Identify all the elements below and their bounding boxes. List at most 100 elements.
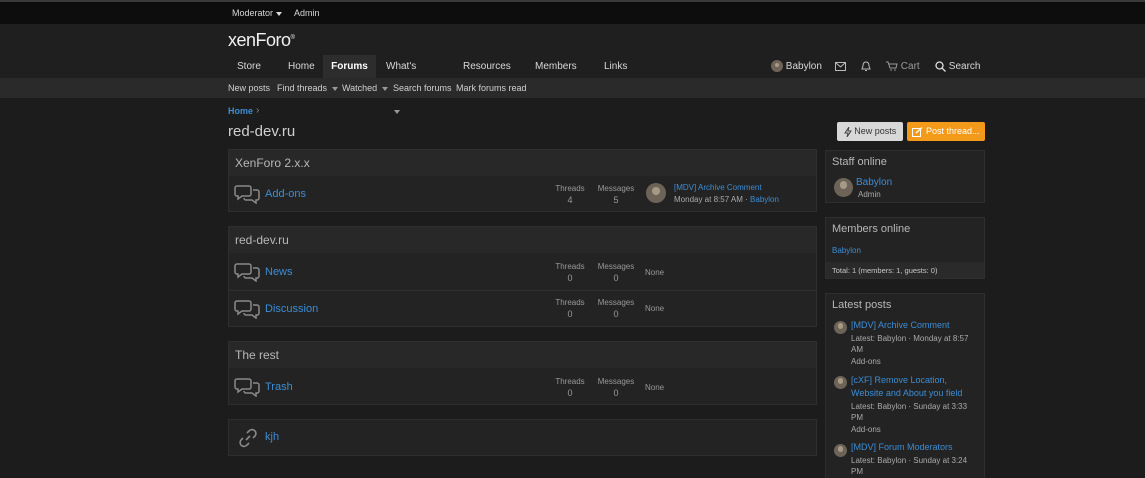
new-posts-button[interactable]: New posts: [837, 122, 903, 141]
search-link[interactable]: Search: [935, 55, 980, 78]
staff-name[interactable]: Babylon: [856, 177, 892, 188]
category-title: XenForo 2.x.x: [235, 156, 310, 170]
user-menu[interactable]: Babylon: [771, 55, 822, 78]
forum-row: News Threads 0 Messages 0 None: [229, 254, 816, 290]
sub-nav: New posts Find threads Watched Search fo…: [0, 78, 1145, 98]
avatar[interactable]: [834, 376, 847, 389]
tab-members[interactable]: Members: [535, 55, 577, 92]
link-icon: [239, 428, 257, 448]
caret-down-icon: [276, 11, 283, 16]
threads-label: Threads: [555, 298, 585, 307]
post-thread-button[interactable]: Post thread...: [907, 122, 985, 141]
chevron-down-icon[interactable]: [382, 86, 389, 91]
watched-label: Watched: [342, 83, 378, 93]
last-post-title[interactable]: [MDV] Archive Comment: [674, 183, 762, 192]
forum-row: Trash Threads 0 Messages 0 None: [229, 369, 816, 405]
subnav-mark-read[interactable]: Mark forums read: [456, 83, 527, 93]
tab-whats-new[interactable]: What's new: [386, 55, 416, 115]
site-logo[interactable]: xenForo®: [228, 30, 295, 51]
threads-label: Threads: [555, 377, 585, 386]
threads-count: 0: [567, 388, 573, 398]
staff-bar: Moderator Admin: [0, 2, 1145, 24]
forum-icon: [234, 300, 260, 319]
chevron-down-icon[interactable]: [332, 86, 339, 91]
tab-members-label: Members: [535, 61, 577, 72]
latest-post-title[interactable]: [cXF] Remove Location, Website and About…: [851, 374, 979, 400]
tab-forums[interactable]: Forums: [323, 55, 376, 78]
chevron-down-icon[interactable]: [394, 110, 400, 115]
latest-posts-block: Latest posts [MDV] Archive Comment Lates…: [825, 293, 985, 478]
messages-count: 0: [613, 273, 619, 283]
forum-row: Discussion Threads 0 Messages 0 None: [229, 290, 816, 327]
tab-links[interactable]: Links: [604, 55, 628, 92]
admin-link[interactable]: Admin: [294, 8, 320, 18]
cart-link[interactable]: Cart: [886, 55, 920, 78]
online-member[interactable]: Babylon: [832, 246, 861, 255]
cart-label: Cart: [900, 61, 920, 72]
forum-icon: [234, 378, 260, 397]
avatar[interactable]: [834, 178, 853, 197]
avatar[interactable]: [834, 444, 847, 457]
last-post-none: None: [645, 268, 665, 277]
threads-label: Threads: [555, 184, 585, 193]
messages-count: 5: [613, 195, 619, 205]
forum-icon: [234, 185, 260, 204]
category-header[interactable]: red-dev.ru: [229, 227, 816, 253]
latest-post-meta: Latest: Babylon · Monday at 8:57 AM: [851, 334, 969, 354]
moderator-menu[interactable]: Moderator: [232, 8, 283, 18]
edit-icon: [912, 126, 923, 137]
logo-text: xenForo: [228, 30, 291, 50]
latest-posts-title: Latest posts: [832, 299, 892, 311]
messages-label: Messages: [597, 262, 635, 271]
breadcrumb-home[interactable]: Home: [228, 106, 253, 116]
latest-post-title[interactable]: [MDV] Forum Moderators: [851, 441, 979, 454]
last-post-none: None: [645, 383, 665, 392]
forum-title[interactable]: Add-ons: [265, 188, 306, 200]
tab-store-label: Store: [237, 61, 261, 72]
category-block: XenForo 2.x.x Add-ons Threads 4 Messages…: [228, 149, 817, 212]
forum-row: Add-ons Threads 4 Messages 5 [MDV] Archi…: [229, 176, 816, 212]
last-post-none: None: [645, 304, 665, 313]
latest-post-title[interactable]: [MDV] Archive Comment: [851, 319, 979, 332]
category-header[interactable]: XenForo 2.x.x: [229, 150, 816, 176]
inbox-icon[interactable]: [835, 55, 846, 78]
latest-post-meta: Latest: Babylon · Sunday at 3:24 PM: [851, 456, 968, 476]
tab-resources-label: Resources: [463, 61, 511, 72]
members-online-total: Total: 1 (members: 1, guests: 0): [832, 266, 938, 275]
latest-post-forum[interactable]: Add-ons: [851, 356, 979, 367]
messages-label: Messages: [597, 298, 635, 307]
moderator-label: Moderator: [232, 8, 274, 18]
last-post-user[interactable]: Babylon: [750, 195, 779, 204]
forum-title[interactable]: Trash: [265, 381, 293, 393]
messages-label: Messages: [597, 184, 635, 193]
category-header[interactable]: The rest: [229, 342, 816, 368]
link-forum-block: kjh: [228, 419, 817, 456]
tab-resources[interactable]: Resources: [463, 55, 511, 92]
latest-post-forum[interactable]: Add-ons: [851, 424, 979, 435]
search-label: Search: [948, 61, 981, 72]
staff-online-title: Staff online: [832, 156, 887, 168]
last-post-meta: Monday at 8:57 AM · Babylon: [674, 195, 779, 204]
link-forum-title[interactable]: kjh: [265, 431, 279, 443]
find-threads-label: Find threads: [277, 83, 328, 93]
new-posts-button-label: New posts: [854, 126, 897, 136]
avatar[interactable]: [834, 321, 847, 334]
subnav-search-forums[interactable]: Search forums: [393, 83, 452, 93]
subnav-watched[interactable]: Watched: [342, 83, 389, 93]
tab-store[interactable]: Store: [237, 55, 261, 92]
tab-home[interactable]: Home: [288, 55, 315, 78]
tab-links-label: Links: [604, 61, 628, 72]
bell-icon[interactable]: [861, 55, 871, 78]
subnav-find-threads[interactable]: Find threads: [277, 83, 339, 93]
forum-title[interactable]: Discussion: [265, 303, 318, 315]
latest-post-meta: Latest: Babylon · Sunday at 3:33 PM: [851, 402, 968, 422]
forum-title[interactable]: News: [265, 266, 293, 278]
avatar[interactable]: [646, 183, 666, 203]
subnav-new-posts[interactable]: New posts: [228, 83, 270, 93]
breadcrumb-separator: ›: [256, 105, 260, 116]
members-online-footer: Total: 1 (members: 1, guests: 0): [826, 262, 984, 278]
post-thread-button-label: Post thread...: [925, 126, 980, 136]
category-block: red-dev.ru News Threads 0 Messages 0 Non…: [228, 226, 817, 327]
messages-count: 0: [613, 388, 619, 398]
forum-icon: [234, 263, 260, 282]
